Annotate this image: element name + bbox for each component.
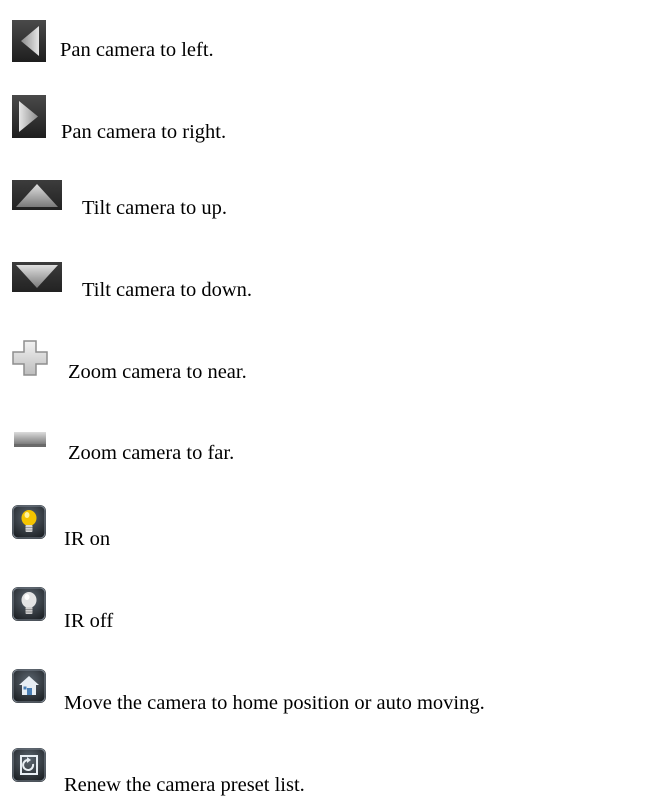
home-icon (12, 669, 46, 703)
legend-label: Pan camera to right. (61, 121, 227, 143)
legend-label: Zoom camera to far. (68, 442, 235, 464)
legend-label: Zoom camera to near. (68, 361, 247, 383)
legend-label: Renew the camera preset list. (64, 774, 305, 796)
tilt-down-icon (12, 262, 62, 292)
pan-right-icon (12, 95, 46, 138)
ir-on-bulb-icon (12, 505, 46, 539)
zoom-in-plus-icon (12, 340, 48, 376)
renew-list-icon (12, 748, 46, 782)
legend-label: Pan camera to left. (60, 39, 214, 61)
legend-label: Move the camera to home position or auto… (64, 692, 485, 714)
pan-left-icon (12, 20, 46, 62)
tilt-up-icon (12, 180, 62, 210)
legend-label: Tilt camera to down. (82, 279, 253, 301)
zoom-out-minus-icon (12, 422, 48, 458)
legend-label: Tilt camera to up. (82, 197, 228, 219)
legend-label: IR on (64, 528, 111, 550)
ir-off-bulb-icon (12, 587, 46, 621)
legend-label: IR off (64, 610, 114, 632)
